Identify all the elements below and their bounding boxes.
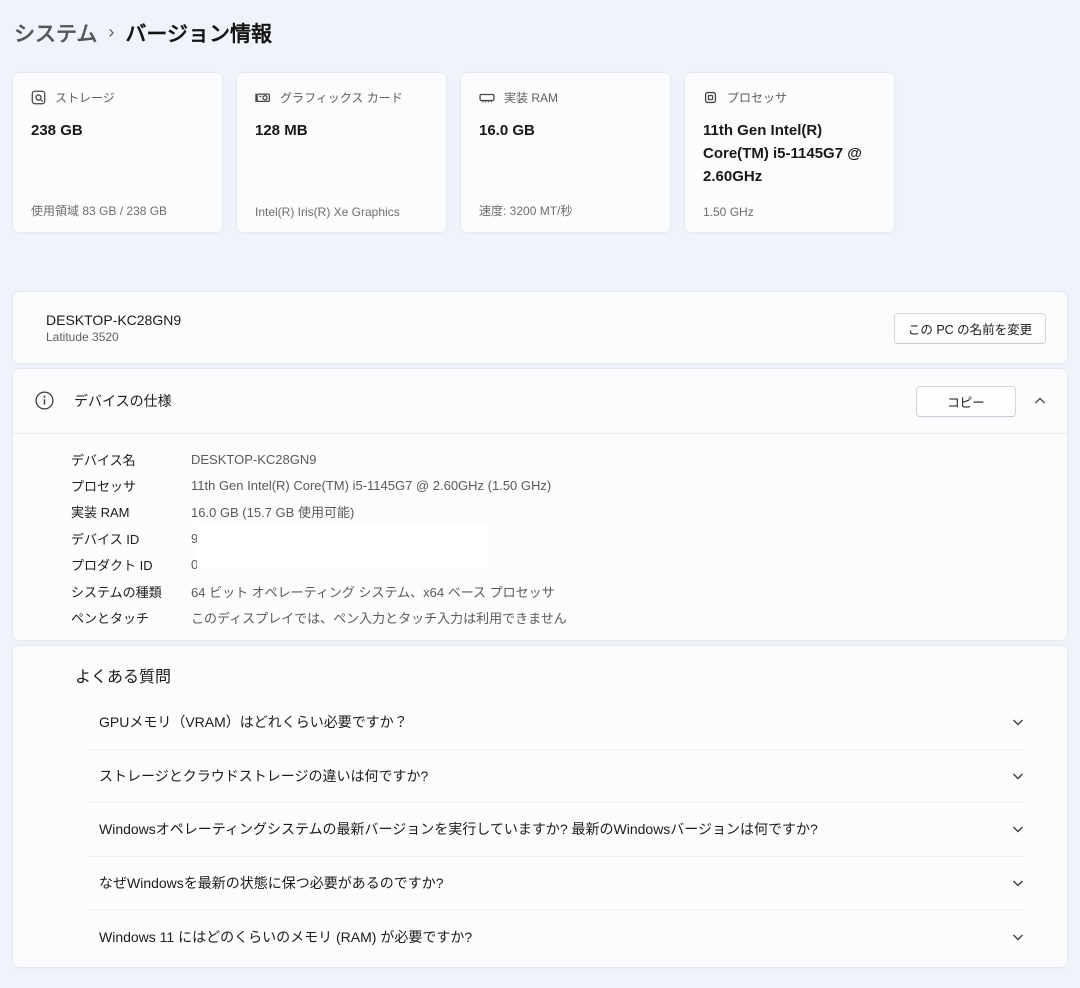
copy-button[interactable]: コピー (916, 386, 1016, 417)
device-name: DESKTOP-KC28GN9 (46, 312, 181, 328)
graphics-card-detail: Intel(R) Iris(R) Xe Graphics (255, 205, 400, 219)
device-specs-card: デバイスの仕様 コピー デバイス名 DESKTOP-KC28GN9 プロセッサ … (12, 368, 1068, 641)
ram-icon (479, 90, 495, 105)
processor-card-label: プロセッサ (727, 89, 787, 106)
device-name-card: DESKTOP-KC28GN9 Latitude 3520 この PC の名前を… (12, 291, 1068, 364)
faq-item-latest-windows-version[interactable]: Windowsオペレーティングシステムの最新バージョンを実行していますか? 最新… (87, 803, 1027, 857)
storage-icon (31, 90, 46, 105)
overview-cards: ストレージ 238 GB 使用領域 83 GB / 238 GB グラフィックス… (12, 72, 895, 233)
storage-card: ストレージ 238 GB 使用領域 83 GB / 238 GB (12, 72, 223, 233)
ram-card-label: 実装 RAM (504, 89, 558, 106)
faq-title: よくある質問 (75, 666, 1067, 690)
gpu-icon (255, 90, 271, 105)
device-specs-title: デバイスの仕様 (74, 391, 172, 411)
redaction-overlay (197, 524, 489, 569)
faq-item-vram[interactable]: GPUメモリ（VRAM）はどれくらい必要ですか？ (87, 696, 1027, 750)
graphics-card: グラフィックス カード 128 MB Intel(R) Iris(R) Xe G… (236, 72, 447, 233)
storage-card-detail: 使用領域 83 GB / 238 GB (31, 202, 167, 219)
chevron-up-icon[interactable] (1033, 394, 1047, 408)
graphics-card-value: 128 MB (255, 119, 428, 142)
ram-card-detail: 速度: 3200 MT/秒 (479, 202, 572, 219)
spec-row-system-type: システムの種類 64 ビット オペレーティング システム、x64 ベース プロセ… (71, 578, 1067, 604)
breadcrumb: システム › バージョン情報 (14, 18, 272, 48)
cpu-icon (703, 90, 718, 105)
breadcrumb-chevron-icon: › (108, 22, 114, 43)
spec-row-device-name: デバイス名 DESKTOP-KC28GN9 (71, 446, 1067, 472)
chevron-down-icon (1011, 715, 1025, 729)
device-specs-header[interactable]: デバイスの仕様 コピー (13, 369, 1067, 434)
info-icon (35, 391, 54, 410)
rename-pc-button[interactable]: この PC の名前を変更 (894, 313, 1046, 344)
processor-card-detail: 1.50 GHz (703, 205, 754, 219)
chevron-down-icon (1011, 822, 1025, 836)
storage-card-label: ストレージ (55, 89, 115, 106)
spec-row-ram: 実装 RAM 16.0 GB (15.7 GB 使用可能) (71, 499, 1067, 525)
processor-card: プロセッサ 11th Gen Intel(R) Core(TM) i5-1145… (684, 72, 895, 233)
page-title: バージョン情報 (125, 18, 272, 48)
graphics-card-label: グラフィックス カード (280, 89, 403, 106)
faq-item-keep-windows-updated[interactable]: なぜWindowsを最新の状態に保つ必要があるのですか? (87, 857, 1027, 911)
chevron-down-icon (1011, 876, 1025, 890)
faq-item-ram-requirement[interactable]: Windows 11 にはどのくらいのメモリ (RAM) が必要ですか? (87, 910, 1027, 963)
ram-card-value: 16.0 GB (479, 119, 652, 142)
storage-card-value: 238 GB (31, 119, 204, 142)
device-specs-table: デバイス名 DESKTOP-KC28GN9 プロセッサ 11th Gen Int… (13, 434, 1067, 631)
breadcrumb-system[interactable]: システム (14, 18, 97, 48)
processor-card-value: 11th Gen Intel(R) Core(TM) i5-1145G7 @ 2… (703, 119, 876, 188)
device-model: Latitude 3520 (46, 330, 181, 344)
faq-item-storage-vs-cloud[interactable]: ストレージとクラウドストレージの違いは何ですか? (87, 750, 1027, 804)
faq-card: よくある質問 GPUメモリ（VRAM）はどれくらい必要ですか？ ストレージとクラ… (12, 645, 1068, 968)
chevron-down-icon (1011, 930, 1025, 944)
spec-row-processor: プロセッサ 11th Gen Intel(R) Core(TM) i5-1145… (71, 472, 1067, 498)
chevron-down-icon (1011, 769, 1025, 783)
faq-list: GPUメモリ（VRAM）はどれくらい必要ですか？ ストレージとクラウドストレージ… (87, 696, 1027, 963)
spec-row-pen-touch: ペンとタッチ このディスプレイでは、ペン入力とタッチ入力は利用できません (71, 604, 1067, 630)
ram-card: 実装 RAM 16.0 GB 速度: 3200 MT/秒 (460, 72, 671, 233)
